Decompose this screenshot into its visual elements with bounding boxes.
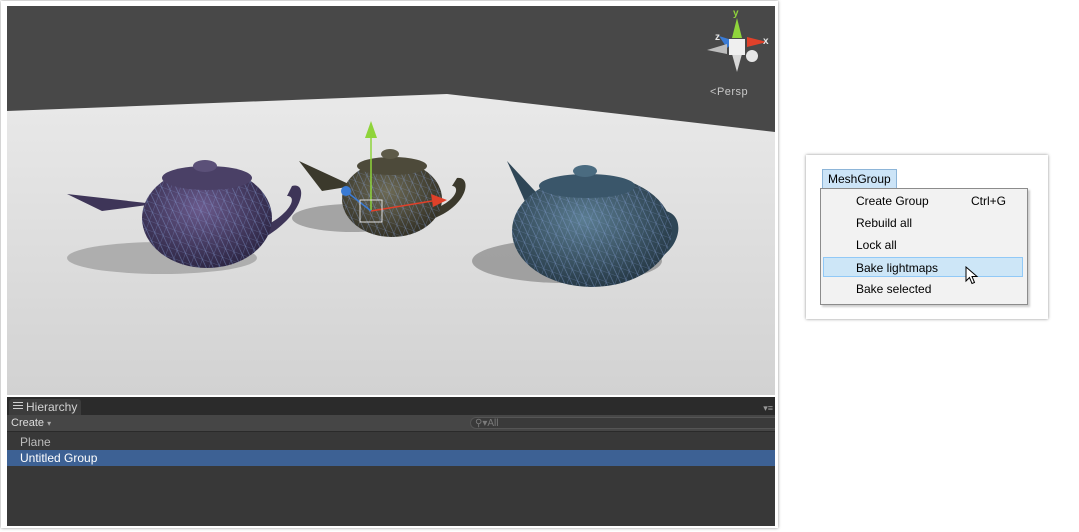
hierarchy-search-input[interactable]: ⚲▾All (470, 417, 775, 429)
menu-item-rebuild-all[interactable]: Rebuild all (823, 213, 1023, 233)
create-label: Create (11, 417, 45, 429)
tab-hierarchy[interactable]: Hierarchy (9, 399, 81, 415)
tab-hierarchy-label: Hierarchy (26, 400, 78, 414)
hierarchy-item-selected[interactable]: Untitled Group (7, 450, 775, 466)
menu-item-label: Lock all (856, 238, 897, 252)
chevron-down-icon: ▾ (47, 419, 52, 428)
search-placeholder: All (487, 418, 499, 429)
hierarchy-item-label: Plane (20, 435, 51, 449)
menubar-meshgroup[interactable]: MeshGroup (822, 169, 897, 189)
menu-screenshot: MeshGroup Create Group Ctrl+G Rebuild al… (806, 155, 1048, 319)
camera-mode-label[interactable]: <Persp (710, 86, 748, 98)
menu-item-create-group[interactable]: Create Group Ctrl+G (823, 191, 1023, 211)
menu-item-bake-selected[interactable]: Bake selected (823, 279, 1023, 299)
list-icon (13, 402, 23, 410)
menu-item-lock-all[interactable]: Lock all (823, 235, 1023, 255)
menu-item-label: Create Group (856, 194, 929, 208)
orientation-gizmo[interactable]: y x z (707, 8, 769, 72)
create-dropdown[interactable]: Create ▾ (11, 416, 51, 431)
hierarchy-item-label: Untitled Group (20, 451, 98, 465)
persp-icon: < (710, 86, 717, 98)
menu-item-bake-lightmaps[interactable]: Bake lightmaps (823, 257, 1023, 277)
camera-mode-text: Persp (716, 86, 749, 98)
scene-render: y x z (7, 8, 775, 395)
hierarchy-panel: Hierarchy ▾≡ Create ▾ ⚲▾All Plane Untitl… (7, 397, 775, 526)
menu-item-label: Bake selected (856, 282, 932, 296)
meshgroup-dropdown-menu: Create Group Ctrl+G Rebuild all Lock all… (820, 188, 1028, 305)
gizmo-z-label: z (715, 32, 720, 43)
hierarchy-toolbar: Create ▾ ⚲▾All (7, 415, 775, 432)
panel-menu-icon[interactable]: ▾≡ (763, 403, 773, 414)
gizmo-x-label: x (763, 36, 769, 47)
menu-item-label: Bake lightmaps (856, 261, 939, 275)
menu-item-label: Rebuild all (856, 216, 913, 230)
mouse-cursor-icon (965, 266, 979, 285)
search-icon: ⚲▾ (475, 418, 488, 429)
hierarchy-item[interactable]: Plane (7, 434, 775, 450)
menu-item-shortcut: Ctrl+G (971, 194, 1007, 208)
gizmo-z-handle[interactable] (341, 186, 351, 196)
hierarchy-tabbar: Hierarchy ▾≡ (7, 397, 775, 415)
menubar-meshgroup-label: MeshGroup (828, 172, 891, 186)
scene-view[interactable]: y x z <Persp (7, 6, 775, 395)
unity-editor-window: y x z <Persp Hierarchy ▾≡ Create ▾ ⚲▾All… (1, 1, 778, 528)
gizmo-y-label: y (733, 8, 739, 19)
